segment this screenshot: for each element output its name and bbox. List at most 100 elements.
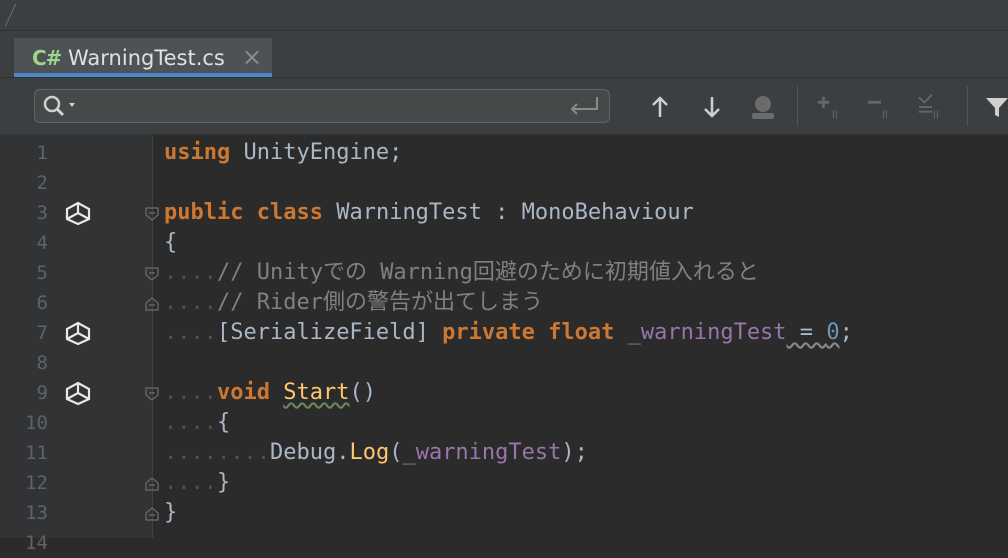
code-token: = xyxy=(786,320,827,345)
keyword: float xyxy=(548,320,615,345)
arrow-down-icon xyxy=(704,97,720,118)
keyword: using xyxy=(164,140,231,165)
keyword: private xyxy=(442,320,535,345)
arrow-up-button[interactable] xyxy=(645,92,675,122)
search-toolbar: II II II xyxy=(0,78,1008,135)
line-number: 7 xyxy=(36,322,48,344)
code-text: { xyxy=(164,230,178,255)
tab-label: WarningTest.cs xyxy=(68,46,225,70)
close-icon[interactable]: × xyxy=(242,43,262,71)
arrow-up-icon xyxy=(652,96,668,117)
svg-text:II: II xyxy=(832,109,838,121)
code-text: ....// Unityでの Warning回避のために初期値入れると xyxy=(164,260,759,285)
fold-icon[interactable] xyxy=(145,297,159,311)
line-number: 1 xyxy=(36,142,48,164)
select-all-icon: II xyxy=(918,94,939,121)
code-line: 9 ....void Start() xyxy=(0,378,1008,408)
code-token: { xyxy=(216,410,231,435)
fold-icon[interactable] xyxy=(145,207,159,221)
unity-icon[interactable] xyxy=(64,321,92,345)
code-line: 10 ....{ xyxy=(0,408,1008,438)
filter-icon xyxy=(986,98,1008,117)
keyword: class xyxy=(256,200,323,225)
line-number: 8 xyxy=(36,352,48,374)
comment: // Rider側の警告が出てしまう xyxy=(216,290,543,315)
code-text: ........Debug.Log(_warningTest); xyxy=(164,440,588,465)
csharp-icon: C# xyxy=(32,46,62,70)
code-token: WarningTest : MonoBehaviour xyxy=(322,200,694,225)
fold-icon[interactable] xyxy=(145,267,159,281)
slash-glyph xyxy=(0,4,17,26)
fold-icon[interactable] xyxy=(145,507,159,521)
line-number: 6 xyxy=(36,292,48,314)
code-text: ....// Rider側の警告が出てしまう xyxy=(164,290,543,315)
code-token: UnityEngine; xyxy=(230,140,403,165)
code-line: 3 public class WarningTest : MonoBehavio… xyxy=(0,198,1008,228)
code-token: ); xyxy=(561,440,588,465)
line-number: 10 xyxy=(25,412,48,434)
search-field[interactable] xyxy=(34,89,610,123)
line-number: 14 xyxy=(25,532,48,554)
code-line: 2 xyxy=(0,168,1008,198)
remove-selection-button[interactable]: II xyxy=(865,92,895,122)
line-number: 9 xyxy=(36,382,48,404)
arrow-down-button[interactable] xyxy=(697,92,727,122)
code-line: 6 ....// Rider側の警告が出てしまう xyxy=(0,288,1008,318)
code-token: () xyxy=(349,380,376,405)
code-line: 14 xyxy=(0,528,1008,558)
code-text: ....{ xyxy=(164,410,231,435)
top-strip xyxy=(0,0,1008,31)
tab-bar: C# WarningTest.cs × xyxy=(0,31,1008,78)
svg-text:II: II xyxy=(933,109,939,121)
line-number: 13 xyxy=(25,502,48,524)
attribute: [SerializeField] xyxy=(216,320,443,345)
line-number: 5 xyxy=(36,262,48,284)
code-line: 7 ....[SerializeField] private float _wa… xyxy=(0,318,1008,348)
search-icon[interactable] xyxy=(41,93,81,119)
toolbar-divider xyxy=(797,86,798,126)
field-name: _warningTest xyxy=(627,320,787,345)
fold-icon[interactable] xyxy=(145,387,159,401)
add-selection-icon: II xyxy=(817,96,838,121)
method-name: Log xyxy=(349,440,390,465)
code-line: 4 { xyxy=(0,228,1008,258)
search-input[interactable] xyxy=(81,94,565,120)
tab-warningtest[interactable]: C# WarningTest.cs × xyxy=(14,38,272,77)
number-literal: 0 xyxy=(826,320,840,345)
unity-icon[interactable] xyxy=(64,381,92,405)
keyword: void xyxy=(216,380,270,405)
filter-button[interactable] xyxy=(982,92,1008,122)
code-token: ( xyxy=(389,440,403,465)
code-editor[interactable]: 1 using UnityEngine; 2 3 public class Wa… xyxy=(0,135,1008,554)
find-occurrences-icon xyxy=(752,96,774,119)
fold-icon[interactable] xyxy=(145,477,159,491)
comment: // Unityでの Warning回避のために初期値入れると xyxy=(216,260,759,285)
toolbar-divider xyxy=(967,86,968,126)
code-line: 1 using UnityEngine; xyxy=(0,138,1008,168)
add-selection-button[interactable]: II xyxy=(815,92,845,122)
code-line: 13 } xyxy=(0,498,1008,528)
keyword: public xyxy=(164,200,244,225)
code-text: } xyxy=(164,500,178,525)
code-line: 8 xyxy=(0,348,1008,378)
line-number: 4 xyxy=(36,232,48,254)
line-number: 11 xyxy=(25,442,48,464)
code-token: Debug. xyxy=(269,440,350,465)
code-text: using UnityEngine; xyxy=(164,138,402,168)
code-text: ....[SerializeField] private float _warn… xyxy=(164,320,853,345)
code-text: ....void Start() xyxy=(164,380,376,405)
code-text: ....} xyxy=(164,470,231,495)
line-number: 2 xyxy=(36,172,48,194)
code-token: ; xyxy=(839,320,853,345)
find-occurrences-button[interactable] xyxy=(748,92,778,122)
line-number: 3 xyxy=(36,202,48,224)
remove-selection-icon: II xyxy=(867,100,888,121)
select-all-button[interactable]: II xyxy=(916,92,946,122)
code-line: 11 ........Debug.Log(_warningTest); xyxy=(0,438,1008,468)
enter-icon xyxy=(570,97,598,115)
code-token: } xyxy=(216,470,231,495)
code-line: 5 ....// Unityでの Warning回避のために初期値入れると xyxy=(0,258,1008,288)
svg-text:II: II xyxy=(882,109,888,121)
unity-icon[interactable] xyxy=(64,201,92,225)
method-name: Start xyxy=(283,380,350,405)
